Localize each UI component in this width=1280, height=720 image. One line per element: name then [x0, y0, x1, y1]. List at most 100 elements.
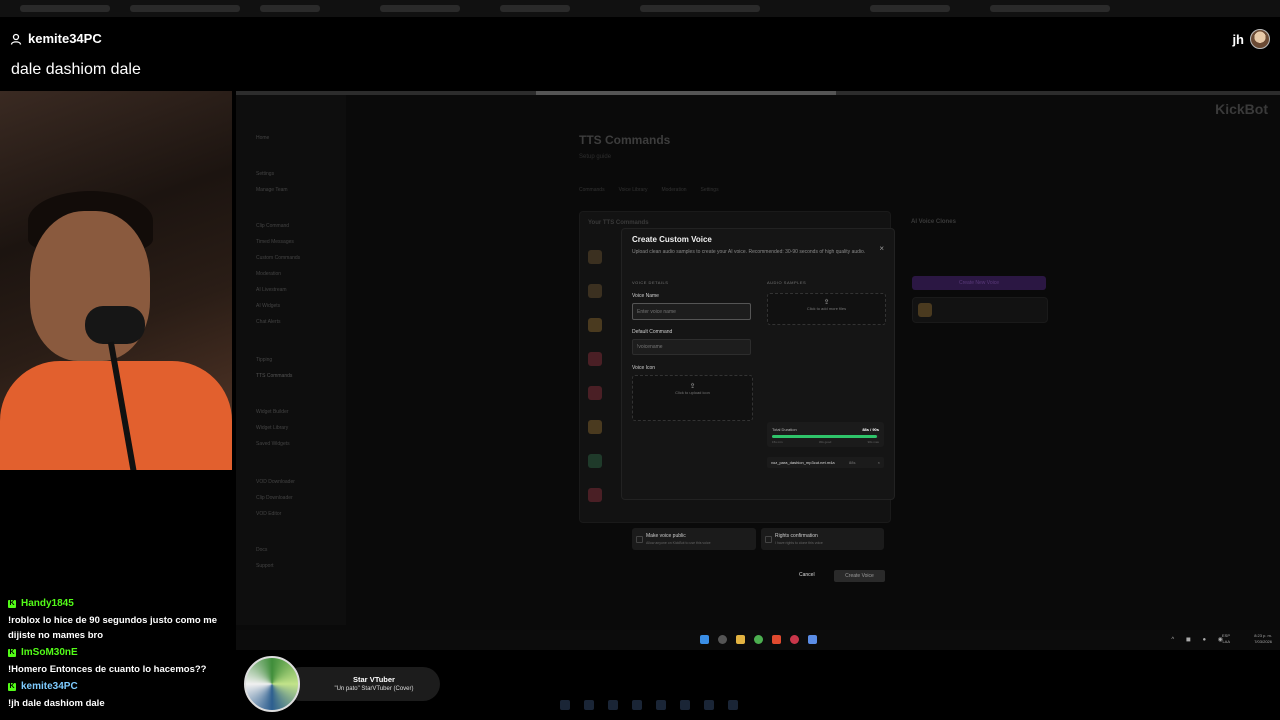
sidebar-item[interactable]: VOD Downloader: [256, 479, 295, 485]
create-custom-voice-modal: Create Custom Voice × Upload clean audio…: [621, 228, 895, 582]
voice-clone-item[interactable]: [912, 297, 1048, 323]
windows-taskbar: ^ ◼ ● ◉ ESP LAA 8:23 p. m. 7/03/2026: [236, 630, 1280, 650]
tab-commands[interactable]: Commands: [579, 187, 605, 193]
remove-file-icon[interactable]: ×: [878, 457, 880, 468]
start-icon[interactable]: [700, 635, 709, 644]
tab-settings[interactable]: Settings: [701, 187, 719, 193]
top-right-user: jh: [1232, 29, 1270, 49]
album-art: [244, 656, 300, 712]
close-icon[interactable]: ×: [879, 244, 884, 253]
audio-file-name: voz_para_dashion_mp3cut.net.m4a: [771, 460, 835, 465]
sidebar-item[interactable]: Manage Team: [256, 187, 288, 193]
sidebar-item[interactable]: Chat Alerts: [256, 319, 280, 325]
screen-capture: Home Settings Manage Team Clip Command T…: [236, 91, 1280, 630]
sidebar-item[interactable]: Tipping: [256, 357, 272, 363]
bottom-dock-reflection: [560, 700, 1220, 714]
chat-message: !jh dale dashiom dale: [8, 698, 105, 709]
chat-username: Kkemite34PC: [8, 681, 78, 692]
clock[interactable]: 8:23 p. m. 7/03/2026: [1254, 633, 1272, 645]
make-public-title: Make voice public: [646, 533, 686, 539]
chat-overlay: K Handy1845 !roblox lo hice de 90 segundo…: [8, 594, 233, 711]
make-public-checkbox[interactable]: [636, 536, 643, 543]
chat-user-row: kemite34PC: [10, 31, 102, 46]
rights-checkbox[interactable]: [765, 536, 772, 543]
song-title: Star VTuber: [353, 675, 395, 684]
ai-voice-clones-title: AI Voice Clones: [911, 219, 956, 225]
page-title: TTS Commands: [579, 133, 671, 147]
rights-confirmation-option[interactable]: Rights confirmation I have rights to clo…: [761, 528, 884, 550]
chrome-icon[interactable]: [754, 635, 763, 644]
stream-overlay-header: kemite34PC dale dashiom dale jh: [0, 17, 1280, 91]
folder-icon[interactable]: [736, 635, 745, 644]
voice-name-label: Voice Name: [632, 293, 659, 299]
sidebar-item[interactable]: AI Livestream: [256, 287, 287, 293]
rights-subtitle: I have rights to clone this voice: [775, 541, 823, 545]
sidebar-item[interactable]: Clip Downloader: [256, 495, 293, 501]
rights-title: Rights confirmation: [775, 533, 818, 539]
tab-voice-library[interactable]: Voice Library: [619, 187, 648, 193]
add-files-text: Click to add more files: [806, 306, 847, 311]
app-icon[interactable]: [808, 635, 817, 644]
user-icon: [10, 33, 22, 45]
default-command-label: Default Command: [632, 329, 673, 335]
sidebar-item[interactable]: Moderation: [256, 271, 281, 277]
right-username: jh: [1232, 31, 1244, 47]
brave-icon[interactable]: [772, 635, 781, 644]
upload-icon: ⇪: [823, 299, 830, 306]
sidebar-item[interactable]: Clip Command: [256, 223, 289, 229]
duration-tick: 30s good: [818, 440, 832, 444]
now-playing-widget: Star VTuber "Un pato" StarVTuber (Cover): [244, 656, 440, 714]
sidebar-item[interactable]: Support: [256, 563, 274, 569]
sidebar-item[interactable]: Docs: [256, 547, 267, 553]
sidebar-item[interactable]: Home: [256, 135, 269, 141]
modal-description: Upload clean audio samples to create you…: [632, 249, 866, 255]
webcam-feed: [0, 91, 232, 470]
setup-guide-link[interactable]: Setup guide: [579, 152, 1049, 163]
search-icon[interactable]: [718, 635, 727, 644]
sidebar-item-active[interactable]: TTS Commands: [256, 373, 292, 379]
sidebar-item[interactable]: Widget Builder: [256, 409, 289, 415]
duration-tick: 15s min: [772, 440, 783, 444]
kick-icon: K: [8, 599, 16, 608]
highlighted-username: kemite34PC: [28, 31, 102, 46]
cancel-button[interactable]: Cancel: [799, 572, 815, 578]
create-new-voice-button[interactable]: Create New Voice: [912, 276, 1046, 290]
sidebar-item[interactable]: Saved Widgets: [256, 441, 290, 447]
duration-progress-bar: [772, 435, 879, 438]
default-command-input[interactable]: [632, 339, 751, 355]
total-duration-box: Total Duration 88s / 90s 15s min 30s goo…: [767, 422, 884, 447]
sidebar-item[interactable]: Timed Messages: [256, 239, 294, 245]
tab-moderation[interactable]: Moderation: [661, 187, 686, 193]
make-public-option[interactable]: Make voice public Allow anyone on KickBo…: [632, 528, 756, 550]
create-voice-button[interactable]: Create Voice: [834, 570, 885, 582]
sidebar-item[interactable]: Settings: [256, 171, 274, 177]
add-files-dropzone[interactable]: ⇪ Click to add more files: [767, 293, 886, 325]
sidebar-item[interactable]: AI Widgets: [256, 303, 280, 309]
sidebar-item[interactable]: Custom Commands: [256, 255, 300, 261]
microphone-icon: [85, 306, 145, 344]
language-indicator[interactable]: ESP LAA: [1222, 633, 1230, 645]
upload-icon-dropzone[interactable]: ⇪ Click to upload icon: [632, 375, 753, 421]
audio-file-row: voz_para_dashion_mp3cut.net.m4a 88s ×: [767, 457, 884, 468]
make-public-subtitle: Allow anyone on KickBot to use this voic…: [646, 541, 711, 545]
page-tabs: Commands Voice Library Moderation Settin…: [579, 187, 719, 193]
song-subtitle: "Un pato" StarVTuber (Cover): [334, 686, 414, 692]
sidebar-item[interactable]: VOD Editor: [256, 511, 281, 517]
voice-name-input[interactable]: [632, 303, 751, 320]
sidebar-item[interactable]: Widget Library: [256, 425, 288, 431]
chat-message: !roblox lo hice de 90 segundos justo com…: [8, 615, 218, 641]
duration-tick: 90s max: [867, 440, 879, 444]
audio-file-size: 88s: [849, 460, 856, 465]
tray-icons[interactable]: ^ ◼ ● ◉: [1171, 636, 1228, 643]
total-duration-value: 88s / 90s: [862, 427, 879, 432]
chat-username: K ImSoM30nE: [8, 647, 78, 658]
avatar: [1250, 29, 1270, 49]
kickbot-logo: KickBot: [1215, 101, 1268, 117]
total-duration-label: Total Duration: [772, 427, 797, 432]
upload-icon: ⇪: [689, 383, 696, 390]
kick-icon: K: [8, 648, 16, 657]
recording-icon[interactable]: [790, 635, 799, 644]
voice-icon-label: Voice Icon: [632, 365, 656, 371]
kick-icon: K: [8, 682, 16, 691]
upload-icon-text: Click to upload icon: [675, 390, 710, 395]
